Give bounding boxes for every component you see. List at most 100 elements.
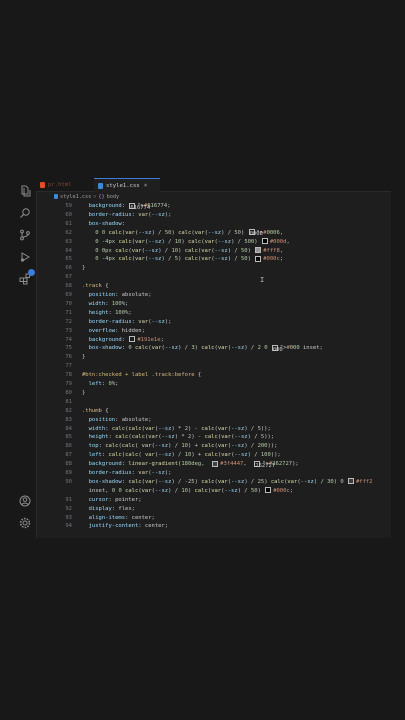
- line-number: 65: [65, 256, 72, 263]
- line-number: 88: [65, 461, 72, 468]
- code-line[interactable]: 82 .thumb {: [36, 407, 391, 416]
- code-line[interactable]: 63 0 -4px calc(var(--sz) / 10) calc(var(…: [36, 238, 391, 247]
- line-number: 94: [65, 523, 72, 530]
- code-text: box-shadow:: [88, 220, 126, 227]
- code-text: 0 0px calc(var(--sz) / 10) calc(var(--sz…: [95, 247, 284, 254]
- tab-pr-html[interactable]: pr.html: [36, 178, 96, 191]
- code-line[interactable]: 88 background: linear-gradient(180deg, #…: [36, 460, 391, 469]
- line-number: 59: [65, 203, 72, 209]
- line-number: 81: [65, 398, 72, 405]
- code-text: .track {: [82, 283, 109, 290]
- code-line[interactable]: 83 position: absolute;: [36, 416, 391, 425]
- close-tab-icon[interactable]: ×: [144, 182, 148, 189]
- code-line[interactable]: 60 border-radius: var(--sz);: [36, 211, 391, 220]
- code-text: #btn:checked + label .track:before {: [82, 372, 202, 379]
- tab-style1-css[interactable]: style1.css ×: [94, 178, 160, 192]
- breadcrumb-node[interactable]: body: [107, 194, 120, 200]
- code-text: width: 100%;: [88, 300, 129, 307]
- breadcrumb-file[interactable]: style1.css: [60, 194, 91, 200]
- code-line[interactable]: 94 justify-content: center;: [36, 522, 391, 531]
- code-line[interactable]: 79 left: 0%;: [36, 380, 391, 389]
- line-number: 64: [65, 247, 72, 254]
- code-line[interactable]: 72 border-radius: var(--sz);: [36, 318, 391, 327]
- code-text: border-radius: var(--sz);: [88, 318, 172, 325]
- code-line[interactable]: 85 height: calc(calc(var(--sz) * 2) - ca…: [36, 433, 391, 442]
- run-debug-icon[interactable]: [18, 250, 32, 264]
- editor-tabs: pr.html style1.css ×: [36, 178, 391, 192]
- line-number: 84: [65, 425, 72, 432]
- search-icon[interactable]: [18, 206, 32, 220]
- code-text: background: linear-gradient(180deg, #3f4…: [88, 460, 299, 469]
- code-text: border-radius: var(--sz);: [88, 211, 172, 218]
- code-text: left: calc(calc( var(--sz) / 10) + calc(…: [88, 452, 281, 459]
- code-text: border-radius: var(--sz);: [88, 470, 172, 476]
- line-number: 78: [65, 372, 72, 379]
- line-number: 90: [65, 478, 72, 485]
- code-line[interactable]: 86 top: calc(calc( var(--sz) / 10) + cal…: [36, 442, 391, 451]
- line-number: 71: [65, 309, 72, 316]
- code-line[interactable]: 89 border-radius: var(--sz);: [36, 469, 391, 478]
- code-text: top: calc(calc( var(--sz) / 10) + calc(v…: [88, 443, 278, 450]
- extensions-icon[interactable]: [18, 269, 35, 286]
- line-number: 67: [65, 274, 72, 281]
- line-number: 83: [65, 416, 72, 423]
- code-line[interactable]: 93 align-items: center;: [36, 514, 391, 523]
- code-line[interactable]: 73 overflow: hidden;: [36, 327, 391, 336]
- line-number: 85: [65, 434, 72, 441]
- code-line[interactable]: 76}: [36, 353, 391, 362]
- code-line[interactable]: 61 box-shadow:: [36, 220, 391, 229]
- code-text: }: [82, 354, 86, 361]
- line-number: 80: [65, 389, 72, 396]
- line-number: 60: [65, 211, 72, 218]
- tab-label: style1.css: [106, 182, 140, 189]
- code-line[interactable]: 77: [36, 362, 391, 371]
- code-line[interactable]: 64 0 0px calc(var(--sz) / 10) calc(var(-…: [36, 247, 391, 256]
- code-line[interactable]: 74 background: #191e1e;: [36, 336, 391, 345]
- code-line[interactable]: 81: [36, 398, 391, 407]
- code-line[interactable]: 91 cursor: pointer;: [36, 496, 391, 505]
- files-icon[interactable]: [18, 184, 32, 198]
- code-line[interactable]: 71 height: 100%;: [36, 309, 391, 318]
- css-file-icon: [98, 182, 103, 189]
- line-number: 87: [65, 452, 72, 459]
- css-file-icon: [54, 194, 58, 199]
- line-number: 72: [65, 318, 72, 325]
- line-number: 79: [65, 381, 72, 387]
- code-line[interactable]: inset, 0 0 calc(var(--sz) / 10) calc(var…: [36, 487, 391, 496]
- code-text: box-shadow: calc(var(--sz) / -25) calc(v…: [88, 478, 373, 485]
- code-line[interactable]: 70 width: 100%;: [36, 300, 391, 309]
- tab-label: pr.html: [48, 181, 72, 188]
- line-number: 69: [65, 292, 72, 298]
- selector-icon: {}: [98, 193, 105, 200]
- code-line[interactable]: 62 0 0 calc(var(--sz) / 50) calc(var(--s…: [36, 229, 391, 238]
- code-line[interactable]: 78 #btn:checked + label .track:before {: [36, 371, 391, 380]
- code-text: 0 -4px calc(var(--sz) / 10) calc(var(--s…: [95, 238, 290, 245]
- code-line[interactable]: 67: [36, 273, 391, 282]
- code-editor-window: pr.html style1.css × style1.css > {} bod…: [14, 178, 391, 538]
- code-area[interactable]: 59 background: 616774">#616774; 60 border…: [36, 202, 391, 538]
- code-line[interactable]: 87 left: calc(calc( var(--sz) / 10) + ca…: [36, 451, 391, 460]
- line-number: 61: [65, 220, 72, 227]
- code-line[interactable]: 92 display: flex;: [36, 505, 391, 514]
- line-number: 89: [65, 470, 72, 476]
- code-line[interactable]: 68 .track {: [36, 282, 391, 291]
- code-text: width: calc(calc(var(--sz) * 2) - calc(v…: [88, 425, 271, 432]
- code-line[interactable]: 75 box-shadow: 0 calc(var(--sz) / 3) cal…: [36, 344, 391, 353]
- code-line[interactable]: 69 position: absolute;: [36, 291, 391, 300]
- accounts-icon[interactable]: [18, 494, 32, 508]
- code-line[interactable]: 90 box-shadow: calc(var(--sz) / -25) cal…: [36, 478, 391, 487]
- line-number: 77: [65, 363, 72, 370]
- line-number: 66: [65, 265, 72, 272]
- code-text: inset, 0 0 calc(var(--sz) / 10) calc(var…: [82, 487, 294, 494]
- code-line[interactable]: 66}: [36, 264, 391, 273]
- mouse-cursor: I: [260, 276, 265, 284]
- html-file-icon: [40, 181, 45, 188]
- settings-gear-icon[interactable]: [18, 516, 32, 530]
- code-text: }: [82, 389, 86, 396]
- code-line[interactable]: 84 width: calc(calc(var(--sz) * 2) - cal…: [36, 425, 391, 434]
- code-line[interactable]: 59 background: 616774">#616774;: [36, 202, 391, 211]
- code-line[interactable]: 65 0 -4px calc(var(--sz) / 5) calc(var(-…: [36, 255, 391, 264]
- code-text: height: calc(calc(var(--sz) * 2) - calc(…: [88, 434, 275, 441]
- source-control-icon[interactable]: [18, 228, 32, 242]
- code-line[interactable]: 80}: [36, 389, 391, 398]
